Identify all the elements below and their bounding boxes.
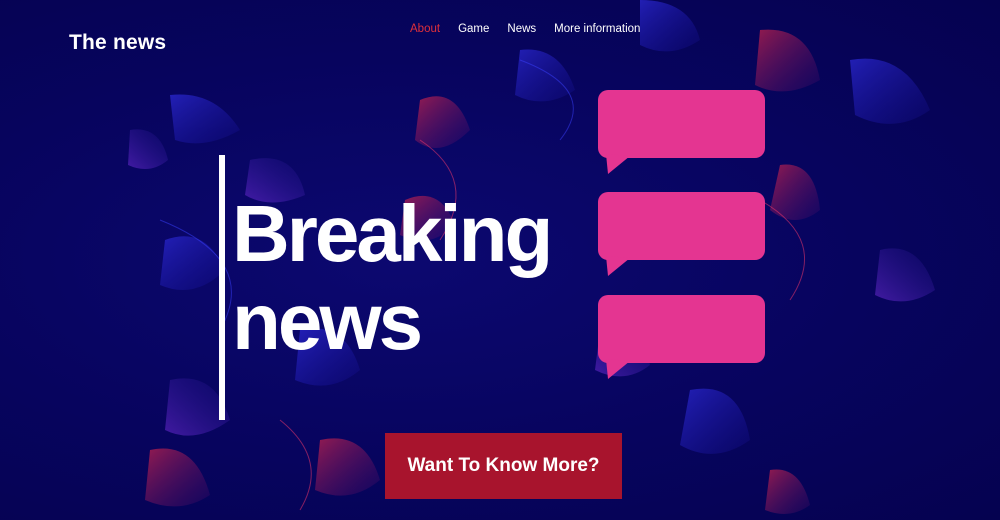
headline-accent-bar (219, 155, 225, 420)
hero-headline: Breaking news (232, 189, 553, 366)
nav-link-more-information[interactable]: More information (554, 23, 640, 35)
headline-line-2: news (232, 277, 423, 366)
speech-bubble-icon (598, 192, 765, 276)
nav-link-news[interactable]: News (507, 23, 536, 35)
main-nav: About Game News More information (410, 23, 640, 35)
nav-link-game[interactable]: Game (458, 23, 489, 35)
site-logo[interactable]: The news (69, 31, 166, 55)
speech-bubble-icon (598, 90, 765, 174)
headline-line-1: Breaking (232, 189, 553, 278)
speech-bubbles-illustration (598, 90, 765, 379)
speech-bubble-icon (598, 295, 765, 379)
page: The news About Game News More informatio… (0, 0, 1000, 520)
want-to-know-more-button[interactable]: Want To Know More? (385, 433, 622, 499)
nav-link-about[interactable]: About (410, 23, 440, 35)
